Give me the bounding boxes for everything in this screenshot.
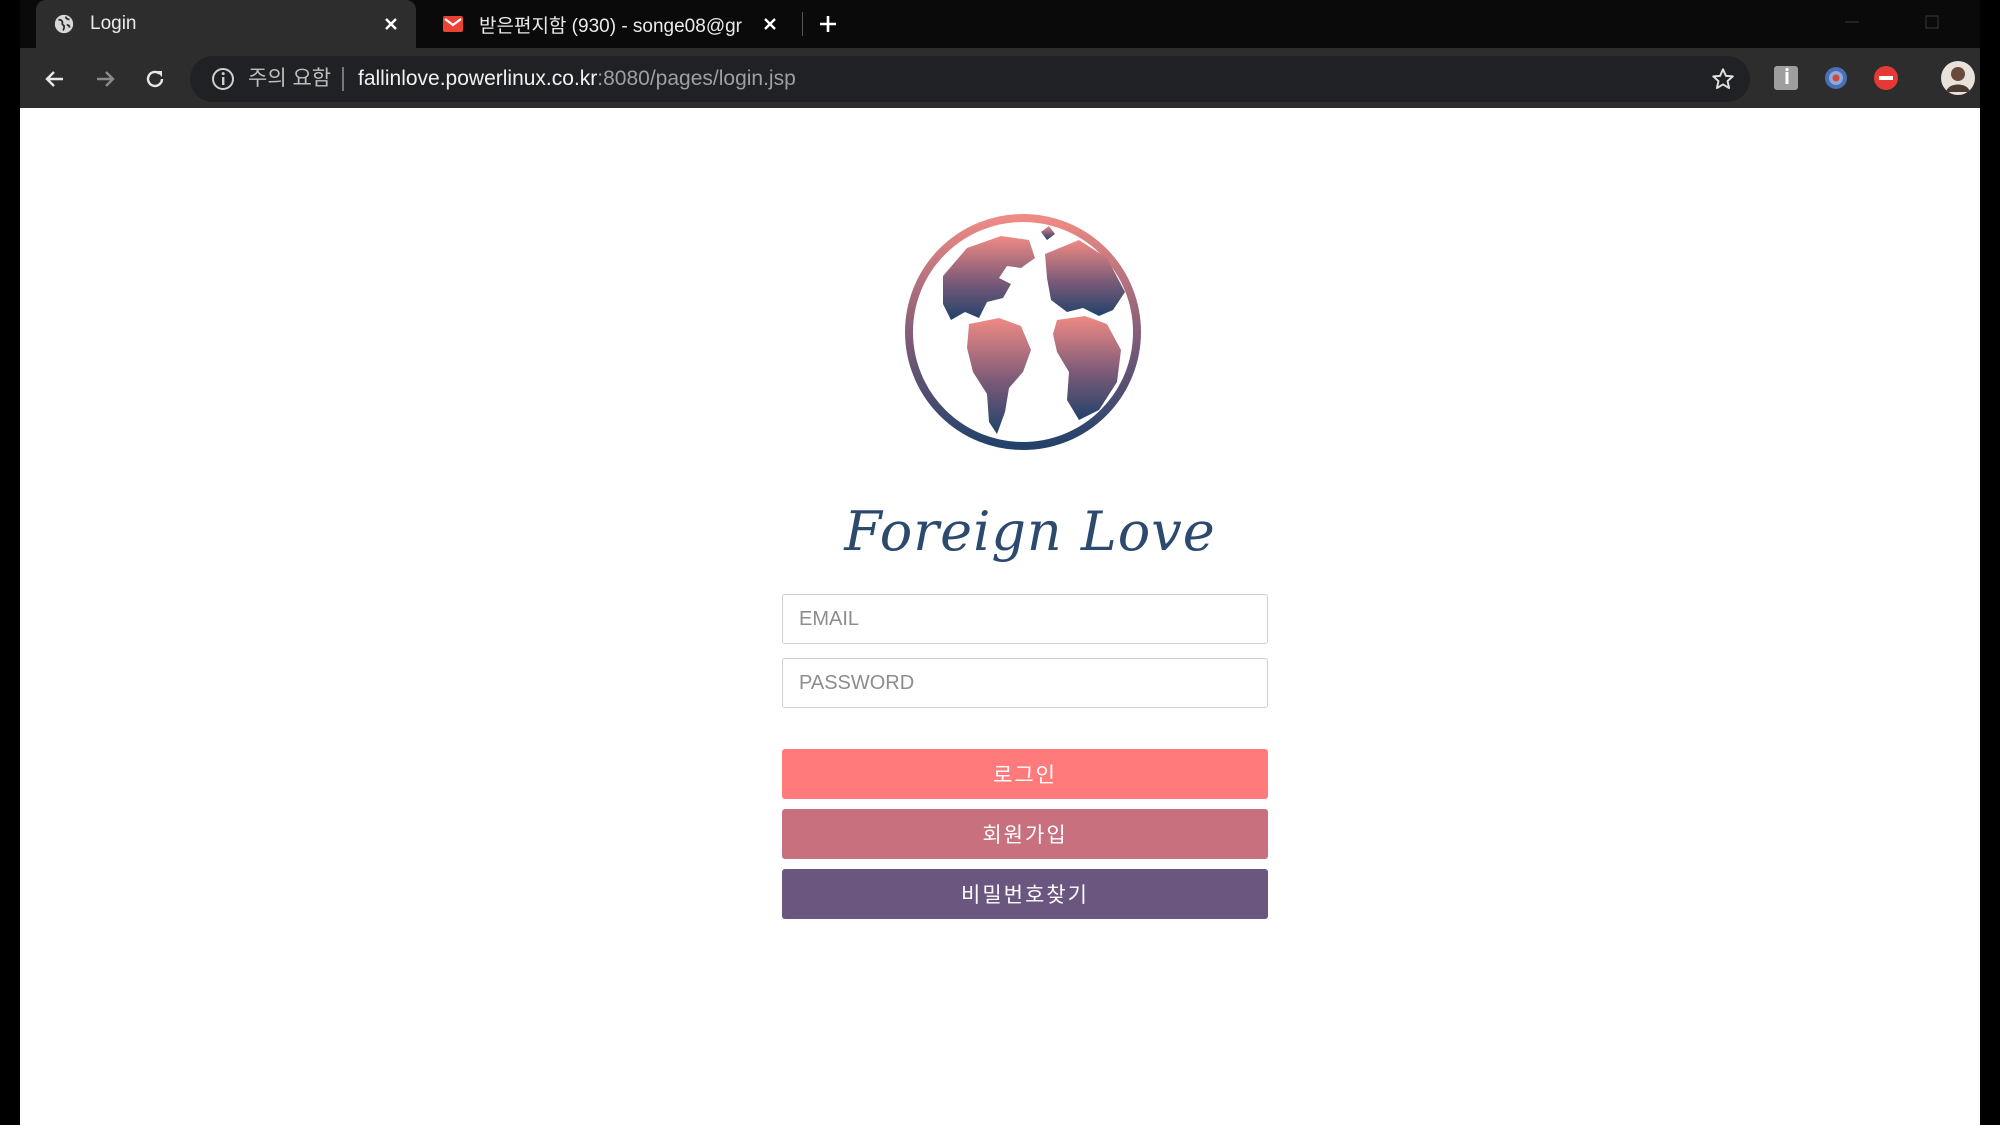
url-path: :8080/pages/login.jsp xyxy=(597,67,796,90)
tab-login[interactable]: Login xyxy=(36,0,416,48)
close-tab-icon[interactable] xyxy=(755,9,785,39)
extension-info-icon[interactable] xyxy=(1772,64,1800,92)
extension-translate-icon[interactable] xyxy=(1822,64,1850,92)
info-icon[interactable] xyxy=(210,66,236,92)
email-field[interactable] xyxy=(782,594,1268,644)
tab-divider xyxy=(802,12,803,36)
brand-title: Foreign Love xyxy=(844,500,1216,563)
globe-icon xyxy=(52,12,76,36)
address-bar[interactable]: 주의 요함 fallinlove.powerlinux.co.kr:8080/p… xyxy=(190,56,1750,102)
bookmark-star-icon[interactable] xyxy=(1710,66,1736,92)
browser-window: Login 받은편지함 (930) - songe08@gr 주의 요함 fal… xyxy=(20,0,1980,1125)
tab-title: Login xyxy=(90,13,137,34)
browser-toolbar: 주의 요함 fallinlove.powerlinux.co.kr:8080/p… xyxy=(20,48,1980,108)
tab-title: 받은편지함 (930) - songe08@gr xyxy=(479,15,743,37)
reload-icon[interactable] xyxy=(138,62,172,96)
security-warning-label: 주의 요함 xyxy=(248,67,332,90)
minimize-icon[interactable] xyxy=(1840,10,1864,34)
restore-icon[interactable] xyxy=(1920,10,1944,34)
address-divider xyxy=(342,67,344,91)
login-button[interactable]: 로그인 xyxy=(782,749,1268,799)
login-page: Foreign Love 로그인 회원가입 비밀번호찾기 xyxy=(20,108,1980,1125)
new-tab-button[interactable] xyxy=(810,6,846,42)
url-text[interactable]: fallinlove.powerlinux.co.kr:8080/pages/l… xyxy=(358,56,796,102)
back-icon[interactable] xyxy=(38,62,72,96)
password-field[interactable] xyxy=(782,658,1268,708)
profile-avatar[interactable] xyxy=(1940,60,1976,96)
tab-strip: Login 받은편지함 (930) - songe08@gr xyxy=(20,0,1980,48)
close-tab-icon[interactable] xyxy=(376,9,406,39)
find-password-button[interactable]: 비밀번호찾기 xyxy=(782,869,1268,919)
forward-icon[interactable] xyxy=(88,62,122,96)
extension-tab-icon[interactable] xyxy=(1872,64,1900,92)
signup-button[interactable]: 회원가입 xyxy=(782,809,1268,859)
gmail-icon xyxy=(441,12,465,36)
url-host: fallinlove.powerlinux.co.kr xyxy=(358,67,598,90)
tab-gmail[interactable]: 받은편지함 (930) - songe08@gr xyxy=(425,0,795,48)
globe-logo-icon xyxy=(903,212,1143,452)
